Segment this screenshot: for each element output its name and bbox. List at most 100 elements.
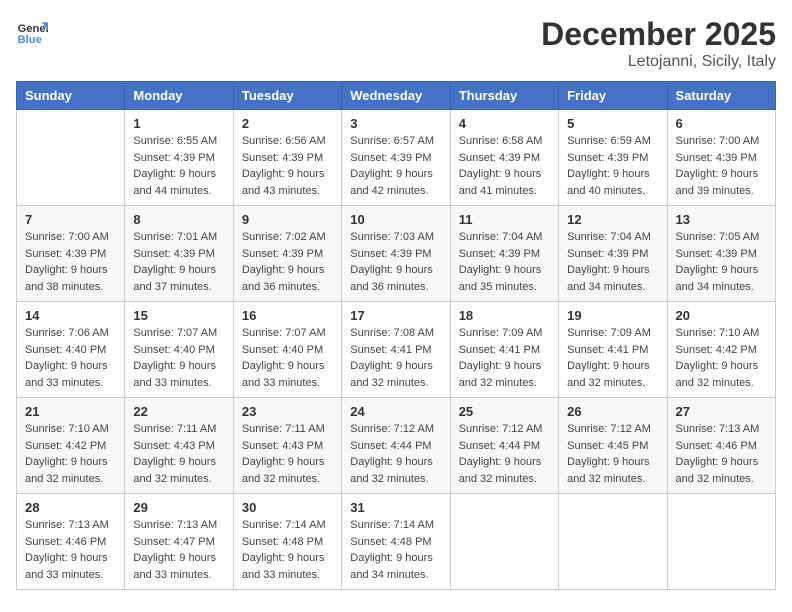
day-number: 20	[676, 308, 767, 323]
header-tuesday: Tuesday	[233, 82, 341, 110]
calendar-cell: 7 Sunrise: 7:00 AMSunset: 4:39 PMDaylight…	[17, 206, 125, 302]
calendar-cell: 8 Sunrise: 7:01 AMSunset: 4:39 PMDaylight…	[125, 206, 233, 302]
day-number: 16	[242, 308, 333, 323]
title-block: December 2025 Letojanni, Sicily, Italy	[541, 16, 776, 71]
calendar-cell	[450, 494, 558, 590]
day-info: Sunrise: 7:06 AMSunset: 4:40 PMDaylight:…	[25, 325, 116, 391]
day-info: Sunrise: 6:57 AMSunset: 4:39 PMDaylight:…	[350, 133, 441, 199]
day-info: Sunrise: 7:12 AMSunset: 4:44 PMDaylight:…	[459, 421, 550, 487]
calendar-cell: 14Sunrise: 7:06 AMSunset: 4:40 PMDayligh…	[17, 302, 125, 398]
page-header: General Blue December 2025 Letojanni, Si…	[16, 16, 776, 71]
calendar-header-row: SundayMondayTuesdayWednesdayThursdayFrid…	[17, 82, 776, 110]
calendar-week-3: 14Sunrise: 7:06 AMSunset: 4:40 PMDayligh…	[17, 302, 776, 398]
calendar-cell	[559, 494, 667, 590]
calendar-week-5: 28 Sunrise: 7:13 AMSunset: 4:46 PMDayligh…	[17, 494, 776, 590]
calendar-cell: 5Sunrise: 6:59 AMSunset: 4:39 PMDaylight…	[559, 110, 667, 206]
calendar-cell: 17 Sunrise: 7:08 AMSunset: 4:41 PMDayligh…	[342, 302, 450, 398]
calendar-week-2: 7 Sunrise: 7:00 AMSunset: 4:39 PMDaylight…	[17, 206, 776, 302]
calendar-cell: 3Sunrise: 6:57 AMSunset: 4:39 PMDaylight…	[342, 110, 450, 206]
logo: General Blue	[16, 16, 48, 48]
header-wednesday: Wednesday	[342, 82, 450, 110]
calendar-cell: 1Sunrise: 6:55 AMSunset: 4:39 PMDaylight…	[125, 110, 233, 206]
day-info: Sunrise: 7:04 AMSunset: 4:39 PMDaylight:…	[567, 229, 658, 295]
day-number: 22	[133, 404, 224, 419]
calendar-cell: 12Sunrise: 7:04 AMSunset: 4:39 PMDayligh…	[559, 206, 667, 302]
calendar-cell: 28 Sunrise: 7:13 AMSunset: 4:46 PMDayligh…	[17, 494, 125, 590]
day-number: 13	[676, 212, 767, 227]
day-info: Sunrise: 7:14 AMSunset: 4:48 PMDaylight:…	[350, 517, 441, 583]
day-number: 6	[676, 116, 767, 131]
day-number: 9	[242, 212, 333, 227]
day-number: 7	[25, 212, 116, 227]
calendar-cell: 30 Sunrise: 7:14 AMSunset: 4:48 PMDayligh…	[233, 494, 341, 590]
calendar-cell: 21Sunrise: 7:10 AMSunset: 4:42 PMDayligh…	[17, 398, 125, 494]
calendar-cell: 19 Sunrise: 7:09 AMSunset: 4:41 PMDayligh…	[559, 302, 667, 398]
calendar-cell: 2 Sunrise: 6:56 AMSunset: 4:39 PMDaylight…	[233, 110, 341, 206]
calendar-cell: 11Sunrise: 7:04 AMSunset: 4:39 PMDayligh…	[450, 206, 558, 302]
calendar-cell: 18 Sunrise: 7:09 AMSunset: 4:41 PMDayligh…	[450, 302, 558, 398]
day-info: Sunrise: 6:56 AMSunset: 4:39 PMDaylight:…	[242, 133, 333, 199]
day-info: Sunrise: 7:13 AMSunset: 4:46 PMDaylight:…	[676, 421, 767, 487]
header-sunday: Sunday	[17, 82, 125, 110]
calendar-cell: 9 Sunrise: 7:02 AMSunset: 4:39 PMDaylight…	[233, 206, 341, 302]
calendar-week-4: 21Sunrise: 7:10 AMSunset: 4:42 PMDayligh…	[17, 398, 776, 494]
calendar-cell: 29 Sunrise: 7:13 AMSunset: 4:47 PMDayligh…	[125, 494, 233, 590]
logo-icon: General Blue	[16, 16, 48, 48]
day-number: 21	[25, 404, 116, 419]
location: Letojanni, Sicily, Italy	[541, 53, 776, 71]
calendar-cell: 27Sunrise: 7:13 AMSunset: 4:46 PMDayligh…	[667, 398, 775, 494]
day-info: Sunrise: 7:11 AMSunset: 4:43 PMDaylight:…	[242, 421, 333, 487]
month-title: December 2025	[541, 16, 776, 53]
day-info: Sunrise: 7:13 AMSunset: 4:46 PMDaylight:…	[25, 517, 116, 583]
day-info: Sunrise: 7:02 AMSunset: 4:39 PMDaylight:…	[242, 229, 333, 295]
header-monday: Monday	[125, 82, 233, 110]
calendar-week-1: 1Sunrise: 6:55 AMSunset: 4:39 PMDaylight…	[17, 110, 776, 206]
calendar-cell: 23 Sunrise: 7:11 AMSunset: 4:43 PMDayligh…	[233, 398, 341, 494]
calendar-cell: 16Sunrise: 7:07 AMSunset: 4:40 PMDayligh…	[233, 302, 341, 398]
calendar-cell: 25 Sunrise: 7:12 AMSunset: 4:44 PMDayligh…	[450, 398, 558, 494]
calendar-cell	[667, 494, 775, 590]
day-info: Sunrise: 7:13 AMSunset: 4:47 PMDaylight:…	[133, 517, 224, 583]
calendar-cell: 24 Sunrise: 7:12 AMSunset: 4:44 PMDayligh…	[342, 398, 450, 494]
day-info: Sunrise: 7:09 AMSunset: 4:41 PMDaylight:…	[459, 325, 550, 391]
day-number: 2	[242, 116, 333, 131]
day-info: Sunrise: 7:03 AMSunset: 4:39 PMDaylight:…	[350, 229, 441, 295]
header-saturday: Saturday	[667, 82, 775, 110]
calendar-cell: 20 Sunrise: 7:10 AMSunset: 4:42 PMDayligh…	[667, 302, 775, 398]
day-info: Sunrise: 7:08 AMSunset: 4:41 PMDaylight:…	[350, 325, 441, 391]
day-number: 29	[133, 500, 224, 515]
day-number: 24	[350, 404, 441, 419]
calendar-cell: 10Sunrise: 7:03 AMSunset: 4:39 PMDayligh…	[342, 206, 450, 302]
day-info: Sunrise: 6:55 AMSunset: 4:39 PMDaylight:…	[133, 133, 224, 199]
day-info: Sunrise: 7:09 AMSunset: 4:41 PMDaylight:…	[567, 325, 658, 391]
day-number: 25	[459, 404, 550, 419]
day-number: 8	[133, 212, 224, 227]
header-friday: Friday	[559, 82, 667, 110]
calendar-cell: 22 Sunrise: 7:11 AMSunset: 4:43 PMDayligh…	[125, 398, 233, 494]
calendar-table: SundayMondayTuesdayWednesdayThursdayFrid…	[16, 81, 776, 590]
day-info: Sunrise: 7:14 AMSunset: 4:48 PMDaylight:…	[242, 517, 333, 583]
day-info: Sunrise: 7:04 AMSunset: 4:39 PMDaylight:…	[459, 229, 550, 295]
day-number: 18	[459, 308, 550, 323]
day-info: Sunrise: 7:00 AMSunset: 4:39 PMDaylight:…	[676, 133, 767, 199]
day-number: 26	[567, 404, 658, 419]
svg-text:General: General	[18, 23, 48, 35]
day-info: Sunrise: 7:01 AMSunset: 4:39 PMDaylight:…	[133, 229, 224, 295]
day-number: 28	[25, 500, 116, 515]
calendar-cell: 26Sunrise: 7:12 AMSunset: 4:45 PMDayligh…	[559, 398, 667, 494]
day-info: Sunrise: 7:05 AMSunset: 4:39 PMDaylight:…	[676, 229, 767, 295]
day-number: 17	[350, 308, 441, 323]
day-number: 4	[459, 116, 550, 131]
day-number: 30	[242, 500, 333, 515]
day-info: Sunrise: 6:58 AMSunset: 4:39 PMDaylight:…	[459, 133, 550, 199]
calendar-cell: 6 Sunrise: 7:00 AMSunset: 4:39 PMDaylight…	[667, 110, 775, 206]
day-info: Sunrise: 7:10 AMSunset: 4:42 PMDaylight:…	[676, 325, 767, 391]
day-info: Sunrise: 7:11 AMSunset: 4:43 PMDaylight:…	[133, 421, 224, 487]
calendar-cell	[17, 110, 125, 206]
day-info: Sunrise: 7:12 AMSunset: 4:44 PMDaylight:…	[350, 421, 441, 487]
svg-text:Blue: Blue	[18, 34, 42, 46]
day-info: Sunrise: 7:00 AMSunset: 4:39 PMDaylight:…	[25, 229, 116, 295]
calendar-cell: 4 Sunrise: 6:58 AMSunset: 4:39 PMDaylight…	[450, 110, 558, 206]
day-number: 23	[242, 404, 333, 419]
day-number: 19	[567, 308, 658, 323]
